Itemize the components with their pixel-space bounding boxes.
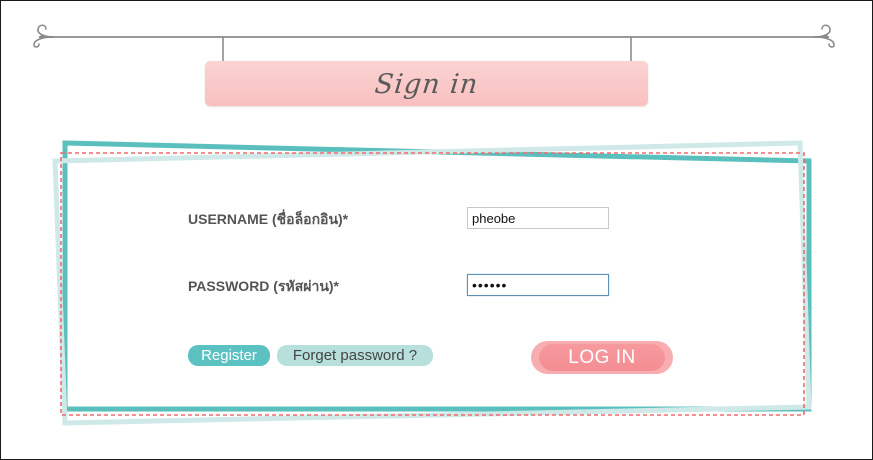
login-button-label: LOG IN xyxy=(539,344,665,371)
username-label: USERNAME (ชื่อล็อกอิน)* xyxy=(188,211,349,227)
forget-password-button[interactable]: Forget password ? xyxy=(277,345,433,366)
decorative-frame xyxy=(52,140,812,426)
register-button[interactable]: Register xyxy=(188,345,270,366)
password-label: PASSWORD (รหัสผ่าน)* xyxy=(188,278,339,294)
login-button[interactable]: LOG IN xyxy=(531,341,673,374)
password-input[interactable] xyxy=(467,274,609,296)
username-input[interactable] xyxy=(467,207,609,229)
login-page: Sign in USERNAME (ชื่อล็อกอิน)* PASSWORD… xyxy=(0,0,873,460)
